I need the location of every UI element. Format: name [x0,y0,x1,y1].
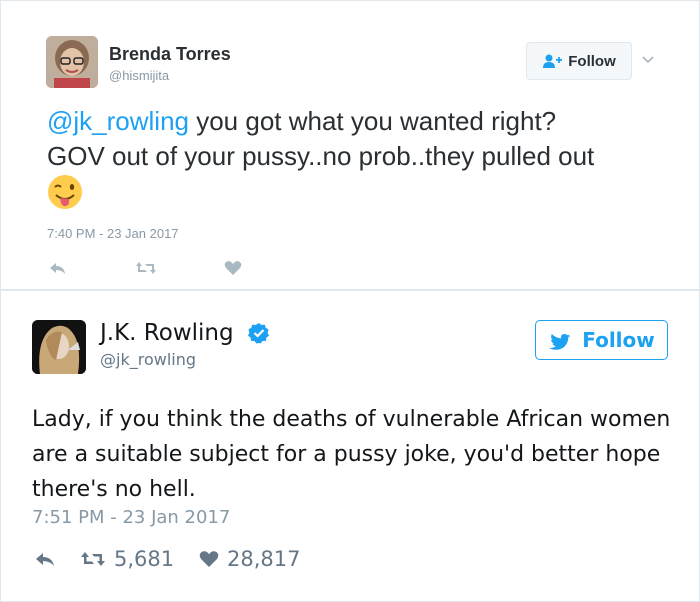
follow-label: Follow [568,52,616,70]
tweet-text: @jk_rowling you got what you wanted righ… [47,104,667,174]
chevron-down-icon[interactable] [641,52,655,66]
avatar[interactable] [32,320,86,374]
reply-icon [36,553,54,566]
retweet-count: 5,681 [114,547,175,571]
reply-icon[interactable] [48,260,68,276]
verified-badge-icon [248,323,269,344]
follow-button[interactable]: Follow [535,320,668,360]
winking-tongue-emoji-icon [48,175,82,209]
mention-link[interactable]: @jk_rowling [47,106,189,136]
heart-icon [199,551,219,567]
author-handle[interactable]: @jk_rowling [100,350,196,369]
tweet-text: Lady, if you think the deaths of vulnera… [32,407,671,502]
add-user-icon [543,54,563,68]
tweet-text-line1: you got what you wanted right? [189,106,557,136]
timestamp[interactable]: 7:40 PM - 23 Jan 2017 [47,226,179,241]
retweet-icon [81,552,105,566]
follow-label: Follow [582,328,655,352]
author-name[interactable]: J.K. Rowling [100,320,234,346]
twitter-bird-icon [549,333,571,350]
like-button[interactable]: 28,817 [199,547,301,571]
timestamp[interactable]: 7:51 PM - 23 Jan 2017 [32,507,230,528]
avatar[interactable] [46,36,98,88]
retweet-button[interactable]: 5,681 [80,547,175,571]
author-name[interactable]: Brenda Torres [109,44,231,65]
reply-button[interactable] [34,548,56,570]
author-handle[interactable]: @hismijita [109,68,169,83]
like-icon[interactable] [224,260,242,276]
like-count: 28,817 [227,547,301,571]
tweet-text-line2: GOV out of your pussy..no prob..they pul… [47,141,595,171]
follow-button[interactable]: Follow [526,42,632,80]
retweet-icon[interactable] [135,260,157,276]
